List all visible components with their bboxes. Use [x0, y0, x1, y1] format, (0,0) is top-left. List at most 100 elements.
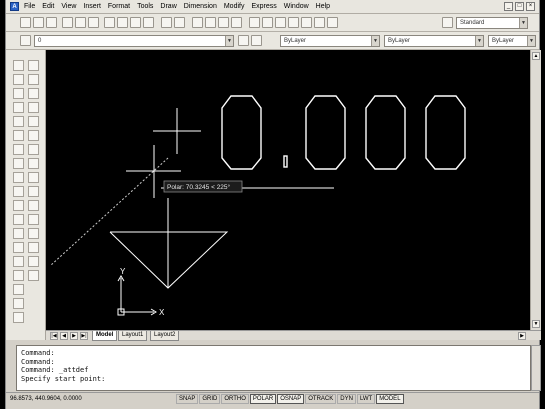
new-icon[interactable]	[20, 17, 31, 28]
menu-help[interactable]: Help	[316, 2, 330, 12]
restore-icon[interactable]: □	[515, 2, 524, 11]
chamfer-icon[interactable]	[28, 242, 39, 253]
table-icon[interactable]	[13, 298, 24, 309]
hscroll-right-icon[interactable]: ▶	[518, 332, 526, 340]
make-current-icon[interactable]	[238, 35, 249, 46]
command-prompt[interactable]: Specify start point:	[21, 375, 526, 384]
tab-layout2[interactable]: Layout2	[150, 331, 180, 341]
polyline-icon[interactable]	[13, 88, 24, 99]
zoom-realtime-icon[interactable]	[205, 17, 216, 28]
sheetset-icon[interactable]	[288, 17, 299, 28]
dyn-toggle[interactable]: DYN	[337, 394, 356, 404]
toolpalettes-icon[interactable]	[275, 17, 286, 28]
fillet-icon[interactable]	[28, 256, 39, 267]
first-tab-icon[interactable]: |◀	[50, 332, 58, 340]
menu-draw[interactable]: Draw	[160, 2, 176, 12]
point-icon[interactable]	[13, 242, 24, 253]
vertical-scrollbar[interactable]: ▲ ▼	[530, 50, 541, 330]
matchprop-icon[interactable]	[143, 17, 154, 28]
otrack-toggle[interactable]: OTRACK	[305, 394, 337, 404]
drawing-canvas[interactable]: Y X Polar: 70.3245 < 225°	[46, 50, 530, 330]
explode-icon[interactable]	[28, 270, 39, 281]
array-icon[interactable]	[28, 116, 39, 127]
menu-format[interactable]: Format	[108, 2, 130, 12]
properties-icon[interactable]	[249, 17, 260, 28]
osnap-toggle[interactable]: OSNAP	[277, 394, 305, 404]
revcloud-icon[interactable]	[13, 158, 24, 169]
tab-layout1[interactable]: Layout1	[118, 331, 148, 341]
trim-icon[interactable]	[28, 186, 39, 197]
region-icon[interactable]	[13, 284, 24, 295]
layer-combo[interactable]: 0 ▼	[34, 35, 234, 47]
erase-icon[interactable]	[28, 60, 39, 71]
last-tab-icon[interactable]: ▶|	[80, 332, 88, 340]
linetype-combo[interactable]: ByLayer ▼	[384, 35, 484, 47]
pan-icon[interactable]	[192, 17, 203, 28]
offset-icon[interactable]	[28, 102, 39, 113]
menu-view[interactable]: View	[61, 2, 76, 12]
publish-icon[interactable]	[88, 17, 99, 28]
polygon-icon[interactable]	[13, 102, 24, 113]
gradient-icon[interactable]	[13, 270, 24, 281]
ellipse-icon[interactable]	[13, 186, 24, 197]
insert-block-icon[interactable]	[13, 214, 24, 225]
cut-icon[interactable]	[104, 17, 115, 28]
open-icon[interactable]	[33, 17, 44, 28]
minimize-icon[interactable]: _	[504, 2, 513, 11]
model-toggle[interactable]: MODEL	[376, 394, 404, 404]
mtext-icon[interactable]	[13, 312, 24, 323]
scale-icon[interactable]	[28, 158, 39, 169]
designcenter-icon[interactable]	[262, 17, 273, 28]
close-icon[interactable]: ×	[526, 2, 535, 11]
menu-window[interactable]: Window	[284, 2, 309, 12]
arc-icon[interactable]	[13, 130, 24, 141]
preview-icon[interactable]	[75, 17, 86, 28]
ortho-toggle[interactable]: ORTHO	[221, 394, 249, 404]
ellipse-arc-icon[interactable]	[13, 200, 24, 211]
lwt-toggle[interactable]: LWT	[356, 394, 376, 404]
break-icon[interactable]	[28, 214, 39, 225]
markup-icon[interactable]	[301, 17, 312, 28]
menu-insert[interactable]: Insert	[83, 2, 101, 12]
polar-toggle[interactable]: POLAR	[249, 394, 277, 404]
menu-file[interactable]: File	[24, 2, 35, 12]
copy-object-icon[interactable]	[28, 74, 39, 85]
rectangle-icon[interactable]	[13, 116, 24, 127]
color-combo[interactable]: ByLayer ▼	[280, 35, 380, 47]
construction-line-icon[interactable]	[13, 74, 24, 85]
print-icon[interactable]	[62, 17, 73, 28]
command-window[interactable]: Command: Command: Command: _attdef Speci…	[16, 345, 531, 391]
text-style-combo[interactable]: Standard ▼	[456, 17, 528, 29]
zoom-previous-icon[interactable]	[231, 17, 242, 28]
grid-toggle[interactable]: GRID	[199, 394, 221, 404]
undo-icon[interactable]	[161, 17, 172, 28]
tab-model[interactable]: Model	[92, 331, 118, 341]
layer-manager-icon[interactable]	[20, 35, 31, 46]
menu-edit[interactable]: Edit	[42, 2, 54, 12]
help-icon[interactable]	[327, 17, 338, 28]
paste-icon[interactable]	[130, 17, 141, 28]
app-icon[interactable]: A	[10, 2, 19, 11]
line-icon[interactable]	[13, 60, 24, 71]
snap-toggle[interactable]: SNAP	[176, 394, 199, 404]
menu-modify[interactable]: Modify	[224, 2, 245, 12]
next-tab-icon[interactable]: ▶	[70, 332, 78, 340]
hatch-icon[interactable]	[13, 256, 24, 267]
scroll-up-icon[interactable]: ▲	[532, 52, 540, 60]
spline-icon[interactable]	[13, 172, 24, 183]
command-scrollbar[interactable]	[531, 345, 541, 391]
join-icon[interactable]	[28, 228, 39, 239]
stretch-icon[interactable]	[28, 172, 39, 183]
rotate-icon[interactable]	[28, 144, 39, 155]
calculator-icon[interactable]	[314, 17, 325, 28]
mirror-icon[interactable]	[28, 88, 39, 99]
menu-tools[interactable]: Tools	[137, 2, 153, 12]
make-block-icon[interactable]	[13, 228, 24, 239]
text-style-icon[interactable]	[442, 17, 453, 28]
copy-icon[interactable]	[117, 17, 128, 28]
extend-icon[interactable]	[28, 200, 39, 211]
zoom-window-icon[interactable]	[218, 17, 229, 28]
menu-dimension[interactable]: Dimension	[184, 2, 217, 12]
redo-icon[interactable]	[174, 17, 185, 28]
scroll-down-icon[interactable]: ▼	[532, 320, 540, 328]
